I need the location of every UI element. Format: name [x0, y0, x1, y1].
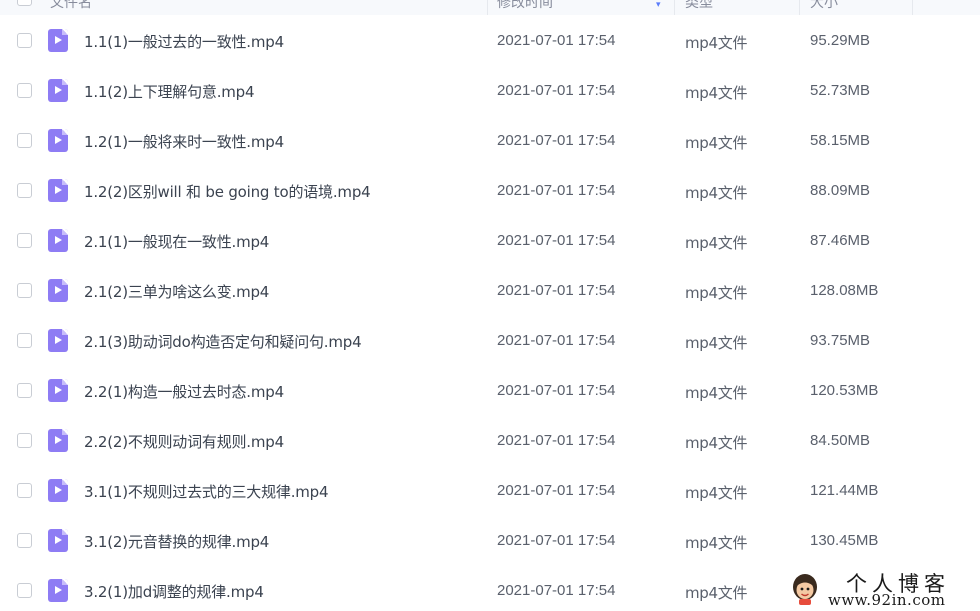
row-checkbox[interactable] [17, 383, 32, 398]
video-file-icon [48, 329, 68, 352]
file-modified: 2021-07-01 17:54 [497, 582, 616, 599]
video-file-icon [48, 379, 68, 402]
video-file-icon [48, 29, 68, 52]
file-name[interactable]: 1.1(1)一般过去的一致性.mp4 [84, 31, 284, 52]
file-row[interactable]: 2.2(1)构造一般过去时态.mp4 2021-07-01 17:54 mp4文… [0, 366, 980, 416]
sort-desc-icon[interactable]: ▾ [656, 0, 661, 9]
file-type: mp4文件 [685, 134, 748, 152]
file-row[interactable]: 2.1(1)一般现在一致性.mp4 2021-07-01 17:54 mp4文件… [0, 216, 980, 266]
file-modified: 2021-07-01 17:54 [497, 382, 616, 399]
file-type: mp4文件 [685, 234, 748, 252]
file-type: mp4文件 [685, 584, 748, 602]
row-checkbox[interactable] [17, 283, 32, 298]
file-row[interactable]: 1.2(1)一般将来时一致性.mp4 2021-07-01 17:54 mp4文… [0, 116, 980, 166]
video-file-icon [48, 279, 68, 302]
row-checkbox[interactable] [17, 33, 32, 48]
file-name[interactable]: 3.1(1)不规则过去式的三大规律.mp4 [84, 481, 329, 502]
column-header-type[interactable]: 类型 [685, 0, 713, 12]
file-size: 130.45MB [810, 532, 879, 549]
row-checkbox[interactable] [17, 483, 32, 498]
row-checkbox[interactable] [17, 183, 32, 198]
video-file-icon [48, 179, 68, 202]
file-list: 1.1(1)一般过去的一致性.mp4 2021-07-01 17:54 mp4文… [0, 16, 980, 611]
file-row[interactable]: 3.1(1)不规则过去式的三大规律.mp4 2021-07-01 17:54 m… [0, 466, 980, 516]
file-type: mp4文件 [685, 84, 748, 102]
column-header-name[interactable]: 文件名 [50, 0, 92, 12]
row-checkbox[interactable] [17, 533, 32, 548]
file-row[interactable]: 2.2(2)不规则动词有规则.mp4 2021-07-01 17:54 mp4文… [0, 416, 980, 466]
file-size: 128.08MB [810, 282, 879, 299]
row-checkbox[interactable] [17, 583, 32, 598]
file-list-header: 文件名 修改时间 ▾ 类型 大小 [0, 0, 980, 15]
file-name[interactable]: 2.1(1)一般现在一致性.mp4 [84, 231, 269, 252]
file-size: 84.50MB [810, 432, 871, 449]
file-type: mp4文件 [685, 184, 748, 202]
column-header-modified[interactable]: 修改时间 [497, 0, 553, 12]
file-row[interactable]: 1.2(2)区别will 和 be going to的语境.mp4 2021-0… [0, 166, 980, 216]
file-type: mp4文件 [685, 434, 748, 452]
watermark-url: www.92in.com [828, 591, 946, 609]
cartoon-avatar-icon [793, 574, 817, 605]
file-name[interactable]: 2.1(3)助动词do构造否定句和疑问句.mp4 [84, 331, 362, 352]
file-type: mp4文件 [685, 34, 748, 52]
video-file-icon [48, 229, 68, 252]
row-checkbox[interactable] [17, 333, 32, 348]
column-header-size[interactable]: 大小 [810, 0, 838, 12]
file-size: 95.29MB [810, 32, 871, 49]
file-modified: 2021-07-01 17:54 [497, 182, 616, 199]
file-size: 87.46MB [810, 232, 871, 249]
file-type: mp4文件 [685, 284, 748, 302]
file-name[interactable]: 3.1(2)元音替换的规律.mp4 [84, 531, 269, 552]
video-file-icon [48, 579, 68, 602]
row-checkbox[interactable] [17, 83, 32, 98]
file-modified: 2021-07-01 17:54 [497, 332, 616, 349]
file-type: mp4文件 [685, 534, 748, 552]
blog-watermark: 个人博客 www.92in.com [784, 568, 980, 611]
file-name[interactable]: 1.1(2)上下理解句意.mp4 [84, 81, 255, 102]
file-modified: 2021-07-01 17:54 [497, 232, 616, 249]
file-name[interactable]: 2.1(2)三单为啥这么变.mp4 [84, 281, 269, 302]
file-name[interactable]: 2.2(2)不规则动词有规则.mp4 [84, 431, 284, 452]
file-modified: 2021-07-01 17:54 [497, 432, 616, 449]
row-checkbox[interactable] [17, 233, 32, 248]
file-size: 88.09MB [810, 182, 871, 199]
video-file-icon [48, 479, 68, 502]
file-row[interactable]: 1.1(1)一般过去的一致性.mp4 2021-07-01 17:54 mp4文… [0, 16, 980, 66]
file-row[interactable]: 1.1(2)上下理解句意.mp4 2021-07-01 17:54 mp4文件 … [0, 66, 980, 116]
file-name[interactable]: 1.2(1)一般将来时一致性.mp4 [84, 131, 284, 152]
column-divider[interactable] [674, 0, 675, 15]
file-modified: 2021-07-01 17:54 [497, 532, 616, 549]
column-divider[interactable] [912, 0, 913, 15]
file-size: 121.44MB [810, 482, 879, 499]
file-size: 120.53MB [810, 382, 879, 399]
column-divider[interactable] [487, 0, 488, 15]
file-name[interactable]: 2.2(1)构造一般过去时态.mp4 [84, 381, 284, 402]
file-type: mp4文件 [685, 384, 748, 402]
file-modified: 2021-07-01 17:54 [497, 132, 616, 149]
select-all-checkbox[interactable] [17, 0, 32, 6]
file-name[interactable]: 3.2(1)加d调整的规律.mp4 [84, 581, 264, 602]
column-divider[interactable] [799, 0, 800, 15]
file-row[interactable]: 3.1(2)元音替换的规律.mp4 2021-07-01 17:54 mp4文件… [0, 516, 980, 566]
file-size: 93.75MB [810, 332, 871, 349]
row-checkbox[interactable] [17, 133, 32, 148]
file-modified: 2021-07-01 17:54 [497, 282, 616, 299]
file-row[interactable]: 2.1(2)三单为啥这么变.mp4 2021-07-01 17:54 mp4文件… [0, 266, 980, 316]
file-type: mp4文件 [685, 484, 748, 502]
video-file-icon [48, 79, 68, 102]
file-modified: 2021-07-01 17:54 [497, 32, 616, 49]
video-file-icon [48, 129, 68, 152]
file-row[interactable]: 2.1(3)助动词do构造否定句和疑问句.mp4 2021-07-01 17:5… [0, 316, 980, 366]
file-name[interactable]: 1.2(2)区别will 和 be going to的语境.mp4 [84, 181, 371, 202]
video-file-icon [48, 429, 68, 452]
file-modified: 2021-07-01 17:54 [497, 482, 616, 499]
file-type: mp4文件 [685, 334, 748, 352]
file-modified: 2021-07-01 17:54 [497, 82, 616, 99]
video-file-icon [48, 529, 68, 552]
file-size: 58.15MB [810, 132, 871, 149]
file-size: 52.73MB [810, 82, 871, 99]
row-checkbox[interactable] [17, 433, 32, 448]
